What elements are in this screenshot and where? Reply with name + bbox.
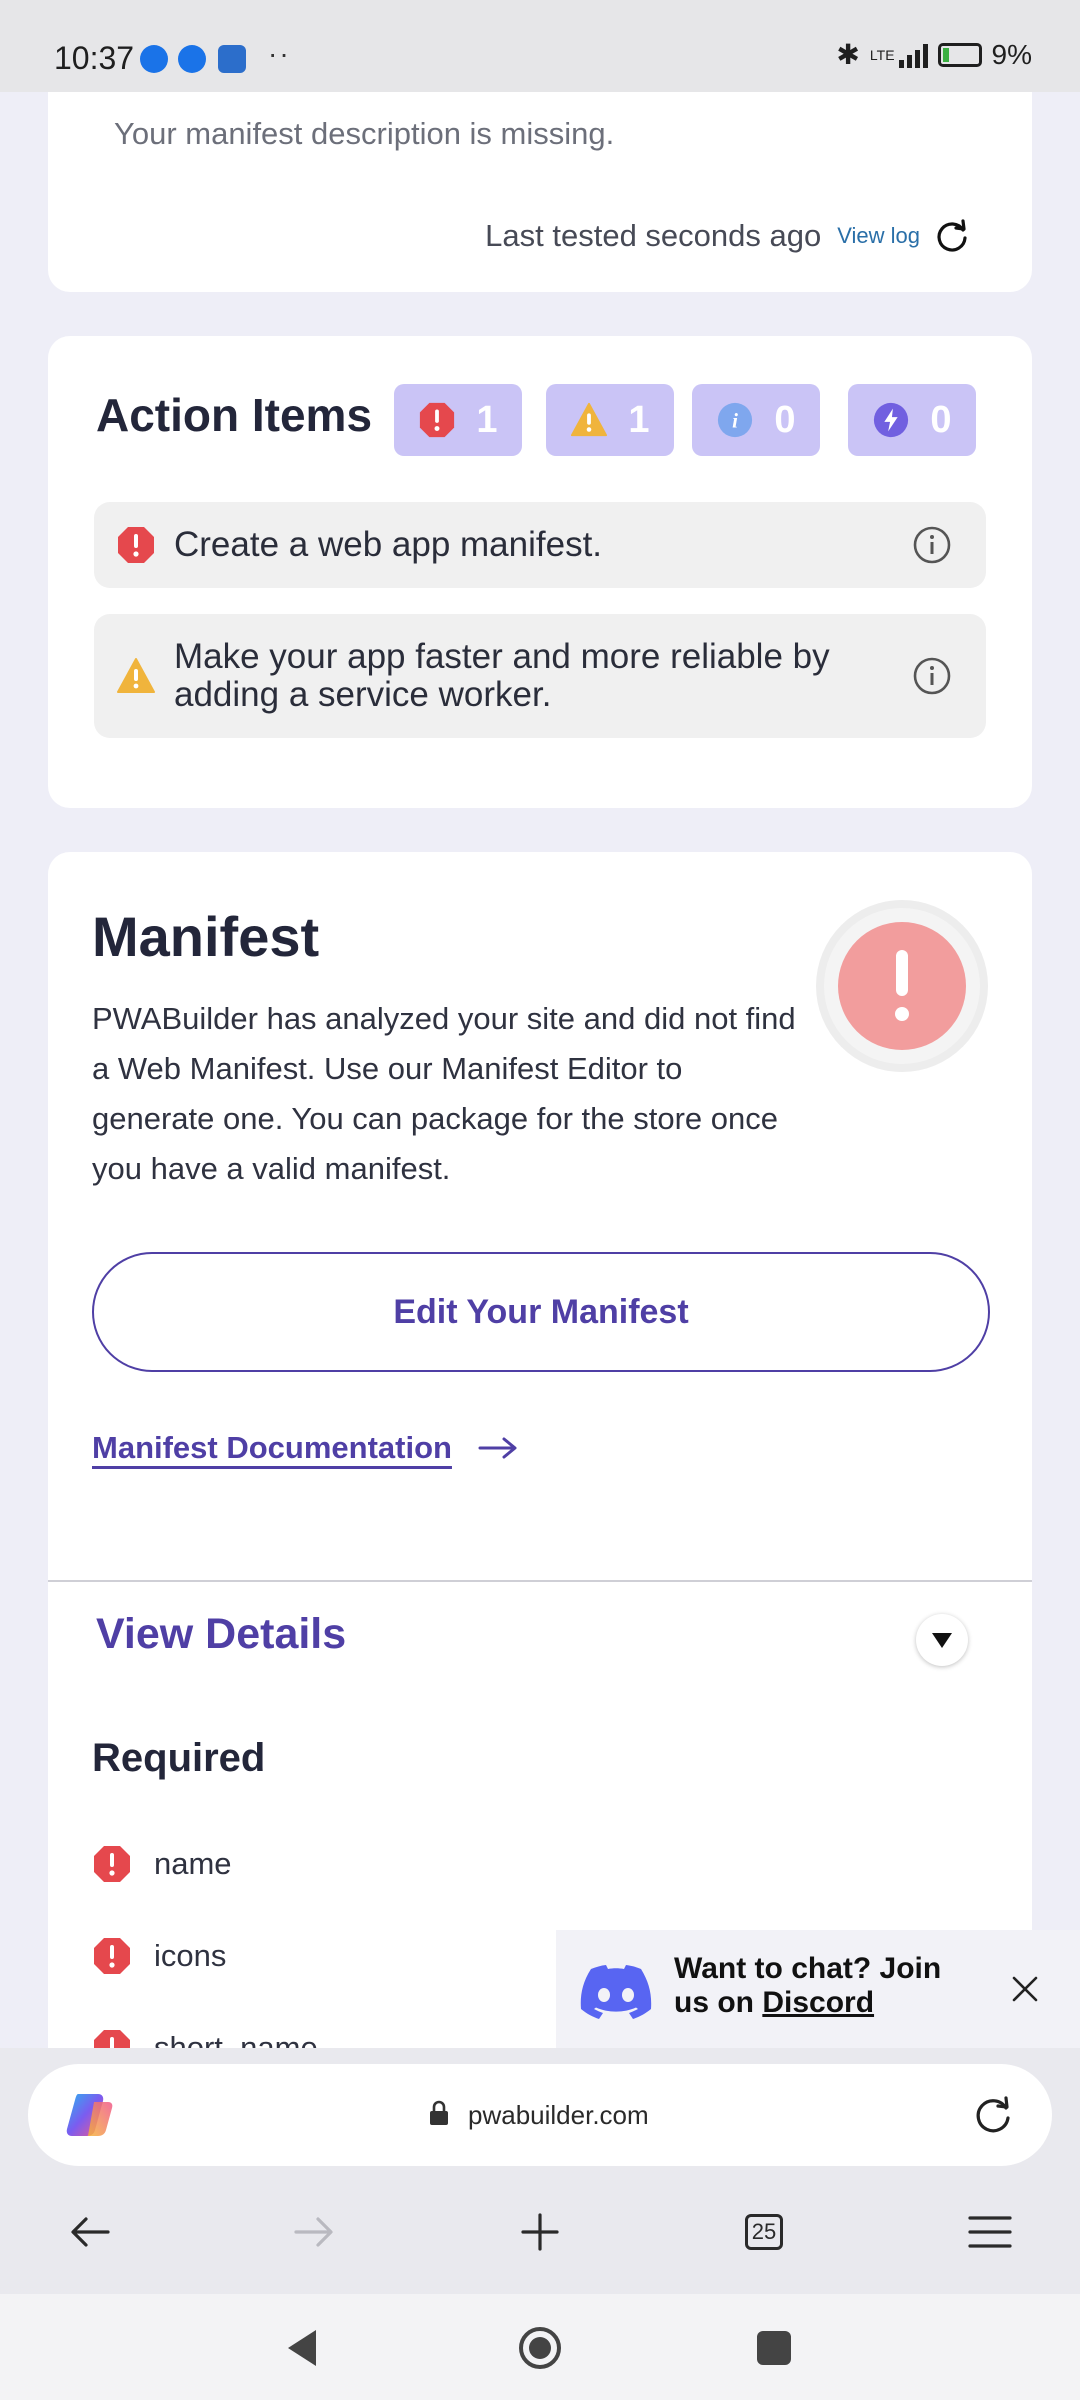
manifest-description: PWABuilder has analyzed your site and di… <box>92 1001 796 1186</box>
signal-icon <box>898 42 928 68</box>
tabs-button[interactable]: 25 <box>740 2208 788 2256</box>
view-log-link[interactable]: View log <box>837 223 920 249</box>
action-item-text: Create a web app manifest. <box>174 525 603 564</box>
browser-toolbar: pwabuilder.com 25 <box>0 2048 1080 2294</box>
more-notifications-indicator: ·· <box>268 38 291 69</box>
status-bar: 10:37 ·· ✱ LTE 9% <box>0 0 1080 92</box>
error-count-chip[interactable]: 1 <box>394 384 522 456</box>
action-item-error[interactable]: Create a web app manifest. <box>94 502 986 588</box>
action-items-title: Action Items <box>96 389 373 441</box>
suggestion-count: 0 <box>930 398 952 441</box>
arrow-right-icon <box>294 2217 333 2247</box>
last-tested-row: Last tested seconds ago View log <box>485 216 972 256</box>
view-details-toggle[interactable]: View Details <box>96 1610 346 1659</box>
manifest-card: Manifest PWABuilder has analyzed your si… <box>48 852 1032 2052</box>
network-type: LTE <box>869 46 895 63</box>
warning-icon <box>117 658 155 693</box>
action-items-card: Action Items 1 1 i 0 0 Create a web app … <box>48 336 1032 808</box>
suggestion-count-chip[interactable]: 0 <box>848 384 976 456</box>
message-notification-icon <box>178 45 206 73</box>
required-item: icons <box>92 1936 226 1976</box>
required-item-name: name <box>154 1846 232 1881</box>
hamburger-menu-icon <box>968 2216 1012 2248</box>
info-outline-icon[interactable] <box>912 656 952 696</box>
back-button[interactable] <box>66 2208 114 2256</box>
forward-button[interactable] <box>290 2208 338 2256</box>
edit-manifest-button[interactable]: Edit Your Manifest <box>92 1252 990 1372</box>
arrow-left-icon <box>71 2217 110 2247</box>
info-count-chip[interactable]: i 0 <box>692 384 820 456</box>
error-icon <box>118 527 154 563</box>
error-count: 1 <box>476 398 498 441</box>
app-notification-icon <box>218 45 246 73</box>
system-navigation-bar <box>0 2294 1080 2400</box>
lightning-icon <box>874 402 909 438</box>
close-icon[interactable] <box>1010 1974 1040 2004</box>
manifest-documentation-text[interactable]: Manifest Documentation <box>92 1430 452 1466</box>
new-tab-button[interactable] <box>516 2208 564 2256</box>
svg-text:i: i <box>733 409 739 433</box>
battery-level: 9% <box>991 38 1032 70</box>
system-home-icon[interactable] <box>518 2326 562 2370</box>
lock-icon <box>430 2100 448 2125</box>
reload-icon[interactable] <box>972 2094 1014 2136</box>
retest-icon[interactable] <box>932 216 972 256</box>
discord-icon <box>580 1965 652 2019</box>
error-icon <box>94 1938 130 1974</box>
copilot-icon[interactable] <box>64 2092 114 2138</box>
battery-icon <box>937 42 982 67</box>
discord-chat-banner[interactable]: Want to chat? Join us on Discord <box>556 1930 1080 2048</box>
url-text[interactable]: pwabuilder.com <box>468 2100 649 2131</box>
discord-message: Want to chat? Join us on Discord <box>674 1952 974 2020</box>
chevron-down-icon <box>932 1633 952 1648</box>
divider <box>48 1580 1032 1582</box>
error-status-icon <box>816 900 988 1072</box>
summary-card: Your manifest description is missing. La… <box>48 92 1032 292</box>
expand-details-button[interactable] <box>916 1614 968 1666</box>
error-icon <box>94 1846 130 1882</box>
message-notification-icon <box>140 45 168 73</box>
info-outline-icon[interactable] <box>912 525 952 565</box>
discord-link[interactable]: Discord <box>762 1986 874 2019</box>
warning-icon <box>571 402 608 437</box>
manifest-title: Manifest <box>92 905 320 968</box>
warning-count-chip[interactable]: 1 <box>546 384 674 456</box>
manifest-documentation-link[interactable]: Manifest Documentation <box>92 1430 518 1466</box>
system-back-icon[interactable] <box>282 2326 326 2370</box>
info-icon: i <box>718 402 753 438</box>
plus-icon <box>521 2213 559 2251</box>
required-item: name <box>92 1844 232 1884</box>
required-heading: Required <box>92 1736 266 1780</box>
menu-button[interactable] <box>966 2208 1014 2256</box>
required-item-name: icons <box>154 1938 227 1973</box>
info-count: 0 <box>774 398 796 441</box>
last-tested-text: Last tested seconds ago <box>485 218 822 253</box>
status-time: 10:37 <box>54 40 135 76</box>
bluetooth-icon: ✱ <box>836 39 860 70</box>
error-icon <box>420 402 455 438</box>
manifest-description-warning: Your manifest description is missing. <box>114 116 615 151</box>
address-bar[interactable]: pwabuilder.com <box>28 2064 1052 2166</box>
action-item-warning[interactable]: Make your app faster and more reliable b… <box>94 614 986 738</box>
tab-count: 25 <box>745 2214 783 2250</box>
status-indicators: ✱ LTE 9% <box>836 38 1032 71</box>
action-item-text: Make your app faster and more reliable b… <box>174 637 830 714</box>
system-recents-icon[interactable] <box>752 2326 796 2370</box>
warning-count: 1 <box>628 398 650 441</box>
arrow-right-icon <box>478 1437 517 1459</box>
